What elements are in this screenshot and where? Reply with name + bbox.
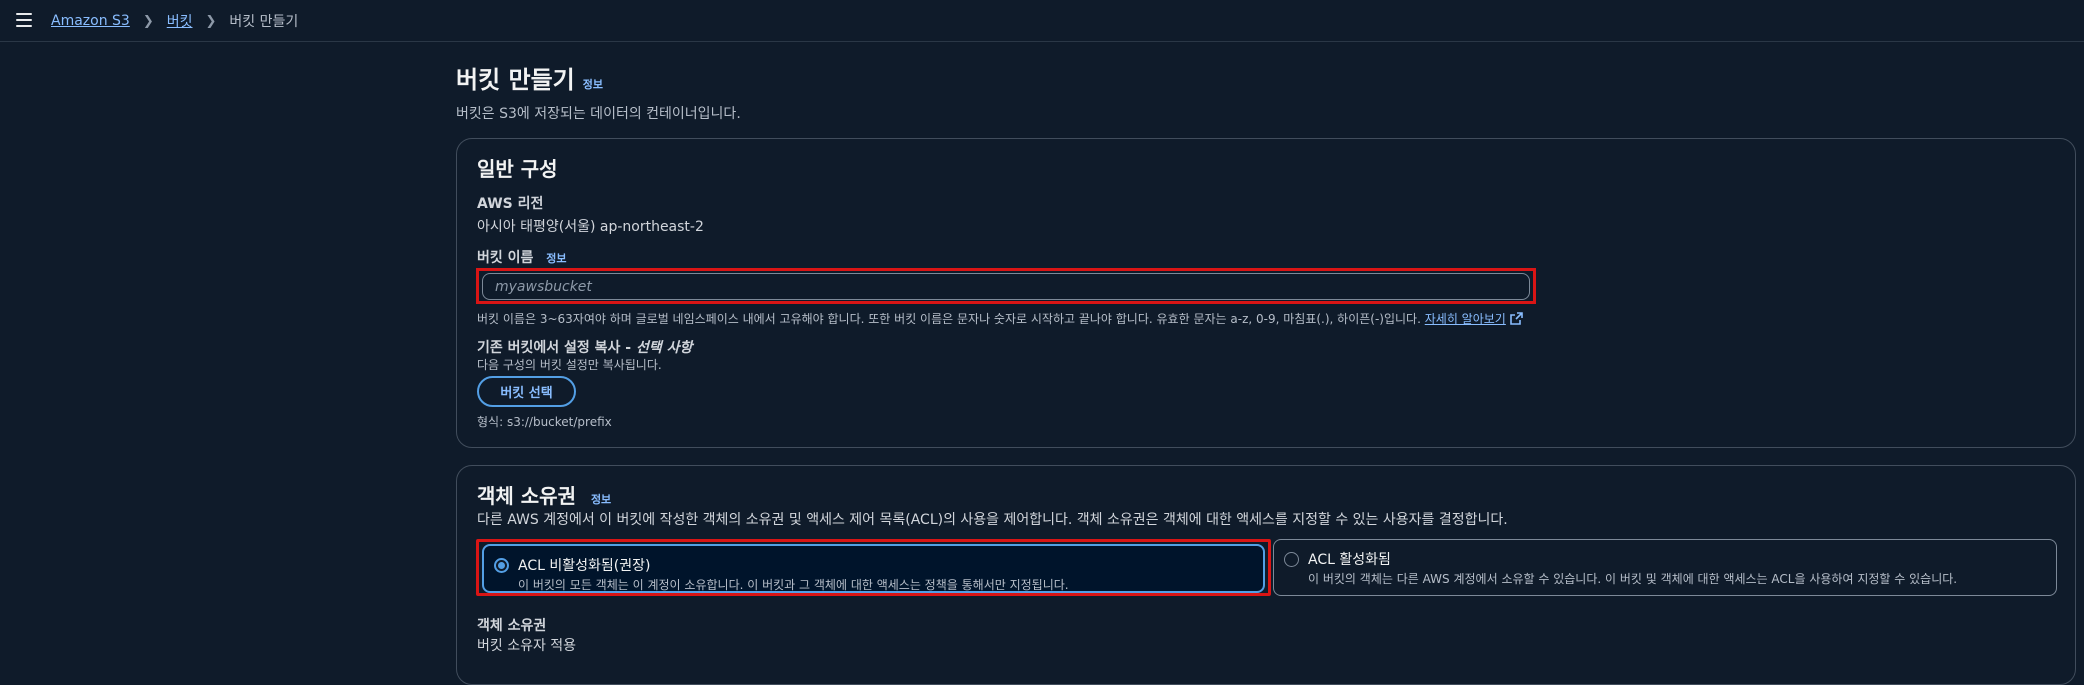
bucket-name-hint: 버킷 이름은 3~63자여야 하며 글로벌 네임스페이스 내에서 고유해야 합니… — [477, 310, 1523, 327]
page-info-link[interactable]: 정보 — [583, 76, 603, 92]
page-title: 버킷 만들기 — [456, 66, 575, 94]
acl-enabled-radio[interactable] — [1284, 552, 1299, 567]
choose-bucket-button[interactable]: 버킷 선택 — [477, 376, 576, 407]
general-configuration-panel: 일반 구성 AWS 리전 아시아 태평양(서울) ap-northeast-2 … — [456, 138, 2076, 448]
page-description: 버킷은 S3에 저장되는 데이터의 컨테이너입니다. — [456, 106, 741, 122]
menu-icon[interactable] — [16, 13, 32, 27]
acl-enabled-description: 이 버킷의 객체는 다른 AWS 계정에서 소유할 수 있습니다. 이 버킷 및… — [1308, 572, 1958, 586]
object-ownership-panel: 객체 소유권 정보 다른 AWS 계정에서 이 버킷에 작성한 객체의 소유권 … — [456, 465, 2076, 685]
object-ownership-title: 객체 소유권 정보 — [477, 480, 611, 509]
bucket-name-label: 버킷 이름 정보 — [477, 247, 567, 267]
acl-disabled-radio[interactable] — [494, 558, 509, 573]
breadcrumb: Amazon S3 ❯ 버킷 ❯ 버킷 만들기 — [51, 0, 298, 42]
acl-disabled-option[interactable]: ACL 비활성화됨(권장) 이 버킷의 모든 객체는 이 계정이 소유합니다. … — [482, 544, 1265, 593]
breadcrumb-buckets[interactable]: 버킷 — [167, 11, 193, 31]
object-ownership-info-link[interactable]: 정보 — [591, 493, 611, 506]
chevron-right-icon: ❯ — [205, 13, 217, 29]
acl-enabled-option[interactable]: ACL 활성화됨 이 버킷의 객체는 다른 AWS 계정에서 소유할 수 있습니… — [1273, 539, 2057, 596]
copy-settings-label: 기존 버킷에서 설정 복사 - 선택 사항 — [477, 337, 692, 357]
top-navigation: Amazon S3 ❯ 버킷 ❯ 버킷 만들기 — [0, 0, 2084, 42]
breadcrumb-current: 버킷 만들기 — [229, 14, 299, 30]
region-value: 아시아 태평양(서울) ap-northeast-2 — [477, 219, 704, 235]
format-hint: 형식: s3://bucket/prefix — [477, 415, 612, 429]
bucket-name-info-link[interactable]: 정보 — [546, 252, 566, 265]
acl-enabled-title: ACL 활성화됨 — [1308, 552, 1391, 568]
region-label: AWS 리전 — [477, 196, 544, 212]
acl-disabled-description: 이 버킷의 모든 객체는 이 계정이 소유합니다. 이 버킷과 그 객체에 대한… — [518, 578, 1069, 592]
object-ownership-title-text: 객체 소유권 — [477, 484, 576, 508]
copy-settings-optional: 선택 사항 — [635, 340, 693, 356]
object-owner-label: 객체 소유권 — [477, 618, 547, 634]
copy-settings-hint: 다음 구성의 버킷 설정만 복사됩니다. — [477, 358, 662, 372]
object-ownership-description: 다른 AWS 계정에서 이 버킷에 작성한 객체의 소유권 및 액세스 제어 목… — [477, 512, 1508, 528]
acl-disabled-title: ACL 비활성화됨(권장) — [518, 558, 651, 574]
learn-more-text: 자세히 알아보기 — [1424, 312, 1506, 326]
bucket-name-input[interactable] — [482, 273, 1530, 300]
bucket-name-label-text: 버킷 이름 — [477, 250, 534, 266]
learn-more-link[interactable]: 자세히 알아보기 — [1425, 312, 1523, 326]
chevron-right-icon: ❯ — [142, 13, 154, 29]
bucket-name-highlight — [476, 268, 1536, 304]
acl-disabled-highlight: ACL 비활성화됨(권장) 이 버킷의 모든 객체는 이 계정이 소유합니다. … — [476, 539, 1271, 596]
object-owner-value: 버킷 소유자 적용 — [477, 638, 577, 654]
external-link-icon — [1510, 312, 1523, 325]
general-configuration-title: 일반 구성 — [477, 157, 558, 181]
breadcrumb-amazon-s3[interactable]: Amazon S3 — [51, 13, 130, 29]
page-header: 버킷 만들기 정보 버킷은 S3에 저장되는 데이터의 컨테이너입니다. — [456, 60, 2076, 123]
bucket-name-hint-text: 버킷 이름은 3~63자여야 하며 글로벌 네임스페이스 내에서 고유해야 합니… — [477, 312, 1421, 326]
copy-settings-label-text: 기존 버킷에서 설정 복사 - — [477, 340, 636, 356]
